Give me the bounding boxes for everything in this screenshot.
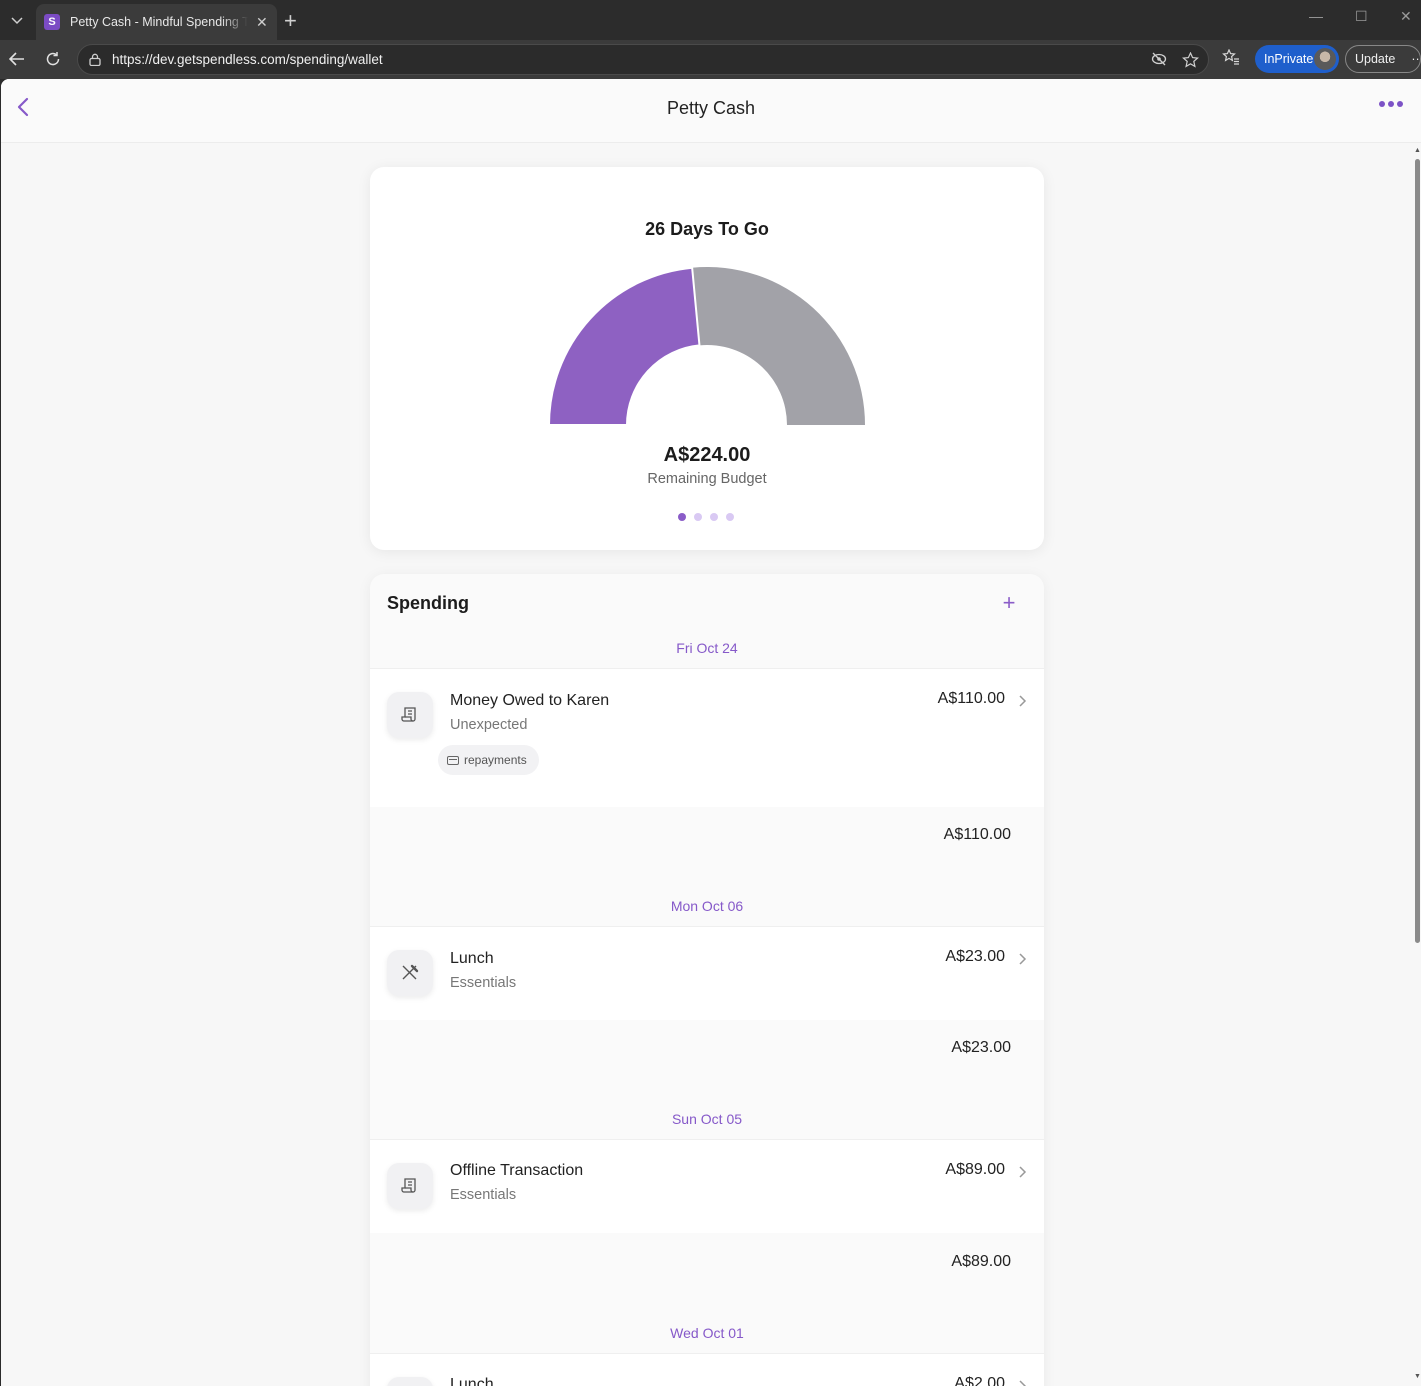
remaining-label: Remaining Budget xyxy=(647,471,767,487)
transaction-name: Lunch xyxy=(450,1376,494,1386)
date-header: Mon Oct 06 xyxy=(670,898,744,914)
tab-close-icon[interactable]: ✕ xyxy=(256,14,268,31)
days-to-go-title: 26 Days To Go xyxy=(645,219,769,239)
transaction-category: Essentials xyxy=(450,975,517,991)
chevron-right-icon[interactable] xyxy=(1016,694,1028,708)
pager-dot[interactable] xyxy=(726,513,734,521)
transaction-category: Unexpected xyxy=(450,717,528,733)
tag-label: repayments xyxy=(464,753,527,767)
more-options-icon[interactable] xyxy=(1379,101,1403,107)
date-header: Sun Oct 05 xyxy=(671,1111,743,1127)
page-viewport: Petty Cash ▲ ▼ 26 Days To Go A$224.00 Re… xyxy=(1,79,1421,1386)
date-header: Wed Oct 01 xyxy=(670,1325,744,1341)
tag-chip[interactable]: repayments xyxy=(438,745,539,775)
chevron-right-icon[interactable] xyxy=(1016,1165,1028,1179)
receipt-icon xyxy=(387,692,433,738)
update-label: Update xyxy=(1355,52,1396,66)
chevron-right-icon[interactable] xyxy=(1016,952,1028,966)
scroll-up-icon[interactable]: ▲ xyxy=(1414,147,1421,154)
gauge-spent-arc xyxy=(547,266,701,426)
transaction-name: Money Owed to Karen xyxy=(450,692,610,709)
budget-gauge xyxy=(547,266,865,426)
page-title: Petty Cash xyxy=(666,98,756,118)
scrollbar[interactable]: ▲ ▼ xyxy=(1414,145,1421,1386)
chevron-right-icon[interactable] xyxy=(1016,1379,1028,1386)
inprivate-label: InPrivate xyxy=(1264,52,1314,66)
maximize-icon[interactable]: ☐ xyxy=(1355,8,1368,25)
minimize-icon[interactable]: — xyxy=(1309,8,1323,24)
transaction-amount: A$2.00 xyxy=(954,1375,1005,1386)
spending-title: Spending xyxy=(387,593,469,613)
transaction-row[interactable]: Lunch Essentials A$23.00 xyxy=(370,926,1044,1020)
group-subtotal: A$23.00 xyxy=(951,1039,1011,1056)
gauge-remaining-arc xyxy=(692,267,865,425)
spending-card: Spending + Fri Oct 24 Money Owed to Kare… xyxy=(370,574,1044,1386)
lock-icon[interactable] xyxy=(88,53,102,67)
app-header: Petty Cash xyxy=(1,79,1421,143)
receipt-icon xyxy=(387,1163,433,1209)
browser-tab[interactable]: S Petty Cash - Mindful Spending Tr ✕ xyxy=(36,4,277,40)
group-subtotal: A$110.00 xyxy=(943,826,1011,843)
transaction-row[interactable]: Lunch A$2.00 xyxy=(370,1353,1044,1386)
tracking-prevention-icon[interactable] xyxy=(1151,52,1167,70)
transaction-name: Lunch xyxy=(450,950,494,967)
card-icon xyxy=(447,755,459,765)
group-subtotal: A$89.00 xyxy=(951,1253,1011,1270)
more-menu-icon[interactable]: ··· xyxy=(1411,52,1421,66)
pager-dot[interactable] xyxy=(694,513,702,521)
refresh-icon[interactable] xyxy=(41,47,65,71)
browser-back-icon[interactable] xyxy=(5,47,29,71)
date-header: Fri Oct 24 xyxy=(676,640,738,656)
budget-card[interactable]: 26 Days To Go A$224.00 Remaining Budget xyxy=(370,167,1044,550)
profile-avatar xyxy=(1314,48,1336,70)
transaction-amount: A$110.00 xyxy=(937,690,1005,707)
update-button[interactable]: Update ··· xyxy=(1345,45,1421,73)
transaction-category: Essentials xyxy=(450,1187,517,1203)
utensils-icon xyxy=(387,950,433,996)
receipt-icon xyxy=(387,1377,433,1386)
transaction-amount: A$23.00 xyxy=(945,948,1005,965)
scroll-thumb[interactable] xyxy=(1415,159,1420,943)
tab-title: Petty Cash - Mindful Spending Tr xyxy=(70,15,248,29)
spendless-favicon-icon: S xyxy=(44,14,60,30)
inprivate-button[interactable]: InPrivate xyxy=(1255,45,1339,73)
browser-titlebar: S Petty Cash - Mindful Spending Tr ✕ + —… xyxy=(0,0,1421,40)
new-tab-icon[interactable]: + xyxy=(284,8,297,34)
address-bar[interactable]: https://dev.getspendless.com/spending/wa… xyxy=(77,44,1209,75)
pager-dot[interactable] xyxy=(710,513,718,521)
add-transaction-icon[interactable]: + xyxy=(999,592,1019,614)
carousel-pager[interactable] xyxy=(678,513,734,521)
favorites-icon[interactable] xyxy=(1222,48,1240,70)
transaction-row[interactable]: Offline Transaction Essentials A$89.00 xyxy=(370,1139,1044,1233)
url-text[interactable]: https://dev.getspendless.com/spending/wa… xyxy=(112,52,383,67)
transaction-amount: A$89.00 xyxy=(945,1161,1005,1178)
remaining-amount: A$224.00 xyxy=(663,444,751,466)
window-close-icon[interactable]: ✕ xyxy=(1400,8,1412,25)
tab-actions-chevron-icon[interactable] xyxy=(6,10,28,32)
transaction-name: Offline Transaction xyxy=(450,1162,584,1179)
browser-toolbar: https://dev.getspendless.com/spending/wa… xyxy=(0,40,1421,79)
favorite-star-icon[interactable] xyxy=(1181,51,1200,72)
pager-dot[interactable] xyxy=(678,513,686,521)
scroll-down-icon[interactable]: ▼ xyxy=(1414,1373,1421,1380)
transaction-row[interactable]: Money Owed to Karen Unexpected A$110.00 … xyxy=(370,668,1044,807)
